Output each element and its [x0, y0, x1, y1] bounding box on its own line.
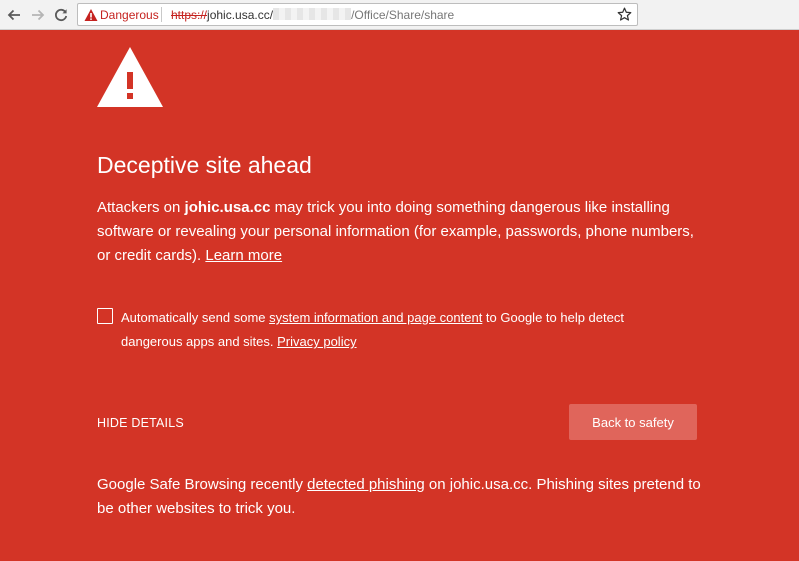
reload-icon	[55, 8, 68, 22]
page-title: Deceptive site ahead	[97, 152, 312, 178]
detected-phishing-link[interactable]: detected phishing	[307, 476, 425, 493]
bookmark-star-icon[interactable]	[617, 7, 632, 22]
details-prefix: Google Safe Browsing recently	[97, 476, 308, 493]
url-text[interactable]: https://johic.usa.cc/ /Office/Share/share	[171, 8, 454, 22]
forward-arrow-icon	[32, 9, 45, 21]
url-redacted-segment	[273, 8, 352, 20]
site-host: johic.usa.cc	[184, 199, 271, 216]
send-report-label: Automatically send some system informati…	[121, 306, 681, 354]
learn-more-link[interactable]: Learn more	[205, 247, 282, 264]
back-button[interactable]	[4, 5, 24, 25]
omnibox-separator	[161, 7, 162, 22]
security-chip-label[interactable]: Dangerous	[100, 8, 159, 22]
description-prefix: Attackers on	[97, 199, 185, 216]
privacy-policy-link[interactable]: Privacy policy	[277, 334, 356, 349]
details-description: Google Safe Browsing recently detected p…	[97, 473, 702, 521]
url-scheme: https://	[171, 8, 208, 22]
browser-toolbar: Dangerous https://johic.usa.cc/ /Office/S…	[0, 0, 799, 30]
url-path: /Office/Share/share	[351, 8, 455, 22]
address-bar[interactable]: Dangerous https://johic.usa.cc/ /Office/S…	[77, 3, 638, 26]
reload-button[interactable]	[51, 5, 71, 25]
warning-description: Attackers on johic.usa.cc may trick you …	[97, 196, 702, 268]
send-report-checkbox[interactable]	[97, 308, 113, 324]
warning-triangle-icon	[84, 9, 98, 21]
back-to-safety-button[interactable]: Back to safety	[569, 404, 697, 440]
system-info-link[interactable]: system information and page content	[269, 310, 482, 325]
back-arrow-icon	[7, 9, 20, 21]
warning-triangle-icon	[97, 47, 163, 107]
optin-prefix: Automatically send some	[121, 310, 270, 325]
url-host: johic.usa.cc/	[207, 8, 274, 22]
forward-button[interactable]	[28, 5, 48, 25]
hide-details-button[interactable]: HIDE DETAILS	[97, 416, 184, 430]
